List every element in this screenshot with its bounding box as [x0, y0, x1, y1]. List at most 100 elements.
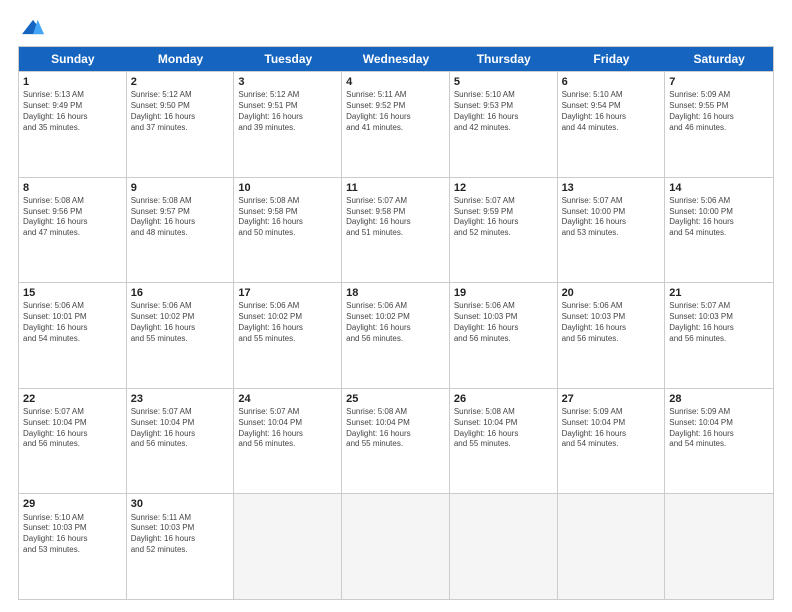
calendar-cell: 26Sunrise: 5:08 AM Sunset: 10:04 PM Dayl… [450, 389, 558, 494]
day-number: 29 [23, 497, 122, 511]
calendar-cell: 11Sunrise: 5:07 AM Sunset: 9:58 PM Dayli… [342, 178, 450, 283]
day-number: 25 [346, 392, 445, 406]
day-number: 4 [346, 75, 445, 89]
calendar-cell [450, 494, 558, 599]
logo [18, 18, 44, 36]
day-info: Sunrise: 5:08 AM Sunset: 10:04 PM Daylig… [346, 407, 445, 450]
calendar-cell: 21Sunrise: 5:07 AM Sunset: 10:03 PM Dayl… [665, 283, 773, 388]
day-info: Sunrise: 5:12 AM Sunset: 9:50 PM Dayligh… [131, 90, 230, 133]
day-number: 7 [669, 75, 769, 89]
day-number: 27 [562, 392, 661, 406]
calendar-cell: 9Sunrise: 5:08 AM Sunset: 9:57 PM Daylig… [127, 178, 235, 283]
day-info: Sunrise: 5:09 AM Sunset: 10:04 PM Daylig… [669, 407, 769, 450]
day-number: 18 [346, 286, 445, 300]
calendar-cell [342, 494, 450, 599]
day-number: 10 [238, 181, 337, 195]
day-info: Sunrise: 5:12 AM Sunset: 9:51 PM Dayligh… [238, 90, 337, 133]
header-thursday: Thursday [450, 47, 558, 71]
header-wednesday: Wednesday [342, 47, 450, 71]
calendar-cell: 20Sunrise: 5:06 AM Sunset: 10:03 PM Dayl… [558, 283, 666, 388]
day-info: Sunrise: 5:07 AM Sunset: 9:58 PM Dayligh… [346, 196, 445, 239]
day-info: Sunrise: 5:06 AM Sunset: 10:03 PM Daylig… [562, 301, 661, 344]
day-info: Sunrise: 5:06 AM Sunset: 10:03 PM Daylig… [454, 301, 553, 344]
day-number: 3 [238, 75, 337, 89]
calendar: Sunday Monday Tuesday Wednesday Thursday… [18, 46, 774, 600]
header [18, 18, 774, 36]
calendar-cell: 8Sunrise: 5:08 AM Sunset: 9:56 PM Daylig… [19, 178, 127, 283]
calendar-cell: 4Sunrise: 5:11 AM Sunset: 9:52 PM Daylig… [342, 72, 450, 177]
calendar-cell: 10Sunrise: 5:08 AM Sunset: 9:58 PM Dayli… [234, 178, 342, 283]
calendar-cell: 2Sunrise: 5:12 AM Sunset: 9:50 PM Daylig… [127, 72, 235, 177]
day-info: Sunrise: 5:10 AM Sunset: 9:54 PM Dayligh… [562, 90, 661, 133]
day-info: Sunrise: 5:07 AM Sunset: 10:04 PM Daylig… [23, 407, 122, 450]
calendar-cell: 16Sunrise: 5:06 AM Sunset: 10:02 PM Dayl… [127, 283, 235, 388]
day-number: 17 [238, 286, 337, 300]
day-number: 21 [669, 286, 769, 300]
calendar-cell: 1Sunrise: 5:13 AM Sunset: 9:49 PM Daylig… [19, 72, 127, 177]
day-number: 9 [131, 181, 230, 195]
day-info: Sunrise: 5:10 AM Sunset: 9:53 PM Dayligh… [454, 90, 553, 133]
day-number: 30 [131, 497, 230, 511]
day-number: 2 [131, 75, 230, 89]
day-info: Sunrise: 5:11 AM Sunset: 9:52 PM Dayligh… [346, 90, 445, 133]
calendar-cell: 29 Sunrise: 5:10 AM Sunset: 10:03 PM Dayl… [19, 494, 127, 599]
day-number: 13 [562, 181, 661, 195]
calendar-cell: 7Sunrise: 5:09 AM Sunset: 9:55 PM Daylig… [665, 72, 773, 177]
calendar-cell: 5Sunrise: 5:10 AM Sunset: 9:53 PM Daylig… [450, 72, 558, 177]
calendar-row: 22Sunrise: 5:07 AM Sunset: 10:04 PM Dayl… [19, 388, 773, 494]
day-info: Sunrise: 5:06 AM Sunset: 10:01 PM Daylig… [23, 301, 122, 344]
calendar-cell: 3Sunrise: 5:12 AM Sunset: 9:51 PM Daylig… [234, 72, 342, 177]
day-info: Sunrise: 5:07 AM Sunset: 10:04 PM Daylig… [131, 407, 230, 450]
day-number: 12 [454, 181, 553, 195]
day-info: Sunrise: 5:06 AM Sunset: 10:02 PM Daylig… [238, 301, 337, 344]
calendar-cell: 17Sunrise: 5:06 AM Sunset: 10:02 PM Dayl… [234, 283, 342, 388]
calendar-cell: 18Sunrise: 5:06 AM Sunset: 10:02 PM Dayl… [342, 283, 450, 388]
day-info: Sunrise: 5:07 AM Sunset: 10:04 PM Daylig… [238, 407, 337, 450]
calendar-header: Sunday Monday Tuesday Wednesday Thursday… [19, 47, 773, 71]
calendar-row: 29 Sunrise: 5:10 AM Sunset: 10:03 PM Dayl… [19, 493, 773, 599]
calendar-row: 8Sunrise: 5:08 AM Sunset: 9:56 PM Daylig… [19, 177, 773, 283]
day-info: Sunrise: 5:08 AM Sunset: 9:57 PM Dayligh… [131, 196, 230, 239]
calendar-cell: 27Sunrise: 5:09 AM Sunset: 10:04 PM Dayl… [558, 389, 666, 494]
header-sunday: Sunday [19, 47, 127, 71]
header-friday: Friday [558, 47, 666, 71]
day-number: 24 [238, 392, 337, 406]
calendar-cell: 30 Sunrise: 5:11 AM Sunset: 10:03 PM Dayl… [127, 494, 235, 599]
day-info: Sunrise: 5:09 AM Sunset: 10:04 PM Daylig… [562, 407, 661, 450]
day-info: Sunrise: 5:06 AM Sunset: 10:00 PM Daylig… [669, 196, 769, 239]
day-number: 1 [23, 75, 122, 89]
day-info: Sunrise: 5:08 AM Sunset: 9:56 PM Dayligh… [23, 196, 122, 239]
day-number: 23 [131, 392, 230, 406]
calendar-cell: 15Sunrise: 5:06 AM Sunset: 10:01 PM Dayl… [19, 283, 127, 388]
day-number: 11 [346, 181, 445, 195]
day-number: 8 [23, 181, 122, 195]
calendar-body: 1Sunrise: 5:13 AM Sunset: 9:49 PM Daylig… [19, 71, 773, 599]
day-number: 16 [131, 286, 230, 300]
day-number: 6 [562, 75, 661, 89]
calendar-cell: 12Sunrise: 5:07 AM Sunset: 9:59 PM Dayli… [450, 178, 558, 283]
calendar-cell: 28Sunrise: 5:09 AM Sunset: 10:04 PM Dayl… [665, 389, 773, 494]
day-info: Sunrise: 5:06 AM Sunset: 10:02 PM Daylig… [346, 301, 445, 344]
day-info: Sunrise: 5:08 AM Sunset: 10:04 PM Daylig… [454, 407, 553, 450]
day-info: Sunrise: 5:11 AM Sunset: 10:03 PM Daylig… [131, 513, 230, 556]
day-number: 28 [669, 392, 769, 406]
day-number: 5 [454, 75, 553, 89]
calendar-cell: 23Sunrise: 5:07 AM Sunset: 10:04 PM Dayl… [127, 389, 235, 494]
day-info: Sunrise: 5:13 AM Sunset: 9:49 PM Dayligh… [23, 90, 122, 133]
day-info: Sunrise: 5:07 AM Sunset: 9:59 PM Dayligh… [454, 196, 553, 239]
logo-icon [22, 18, 44, 36]
calendar-row: 1Sunrise: 5:13 AM Sunset: 9:49 PM Daylig… [19, 71, 773, 177]
header-saturday: Saturday [665, 47, 773, 71]
day-number: 14 [669, 181, 769, 195]
calendar-cell: 6Sunrise: 5:10 AM Sunset: 9:54 PM Daylig… [558, 72, 666, 177]
page: Sunday Monday Tuesday Wednesday Thursday… [0, 0, 792, 612]
day-number: 15 [23, 286, 122, 300]
day-info: Sunrise: 5:10 AM Sunset: 10:03 PM Daylig… [23, 513, 122, 556]
day-info: Sunrise: 5:07 AM Sunset: 10:00 PM Daylig… [562, 196, 661, 239]
calendar-cell: 19Sunrise: 5:06 AM Sunset: 10:03 PM Dayl… [450, 283, 558, 388]
calendar-cell [234, 494, 342, 599]
day-number: 20 [562, 286, 661, 300]
calendar-cell: 24Sunrise: 5:07 AM Sunset: 10:04 PM Dayl… [234, 389, 342, 494]
day-number: 22 [23, 392, 122, 406]
calendar-cell: 14Sunrise: 5:06 AM Sunset: 10:00 PM Dayl… [665, 178, 773, 283]
